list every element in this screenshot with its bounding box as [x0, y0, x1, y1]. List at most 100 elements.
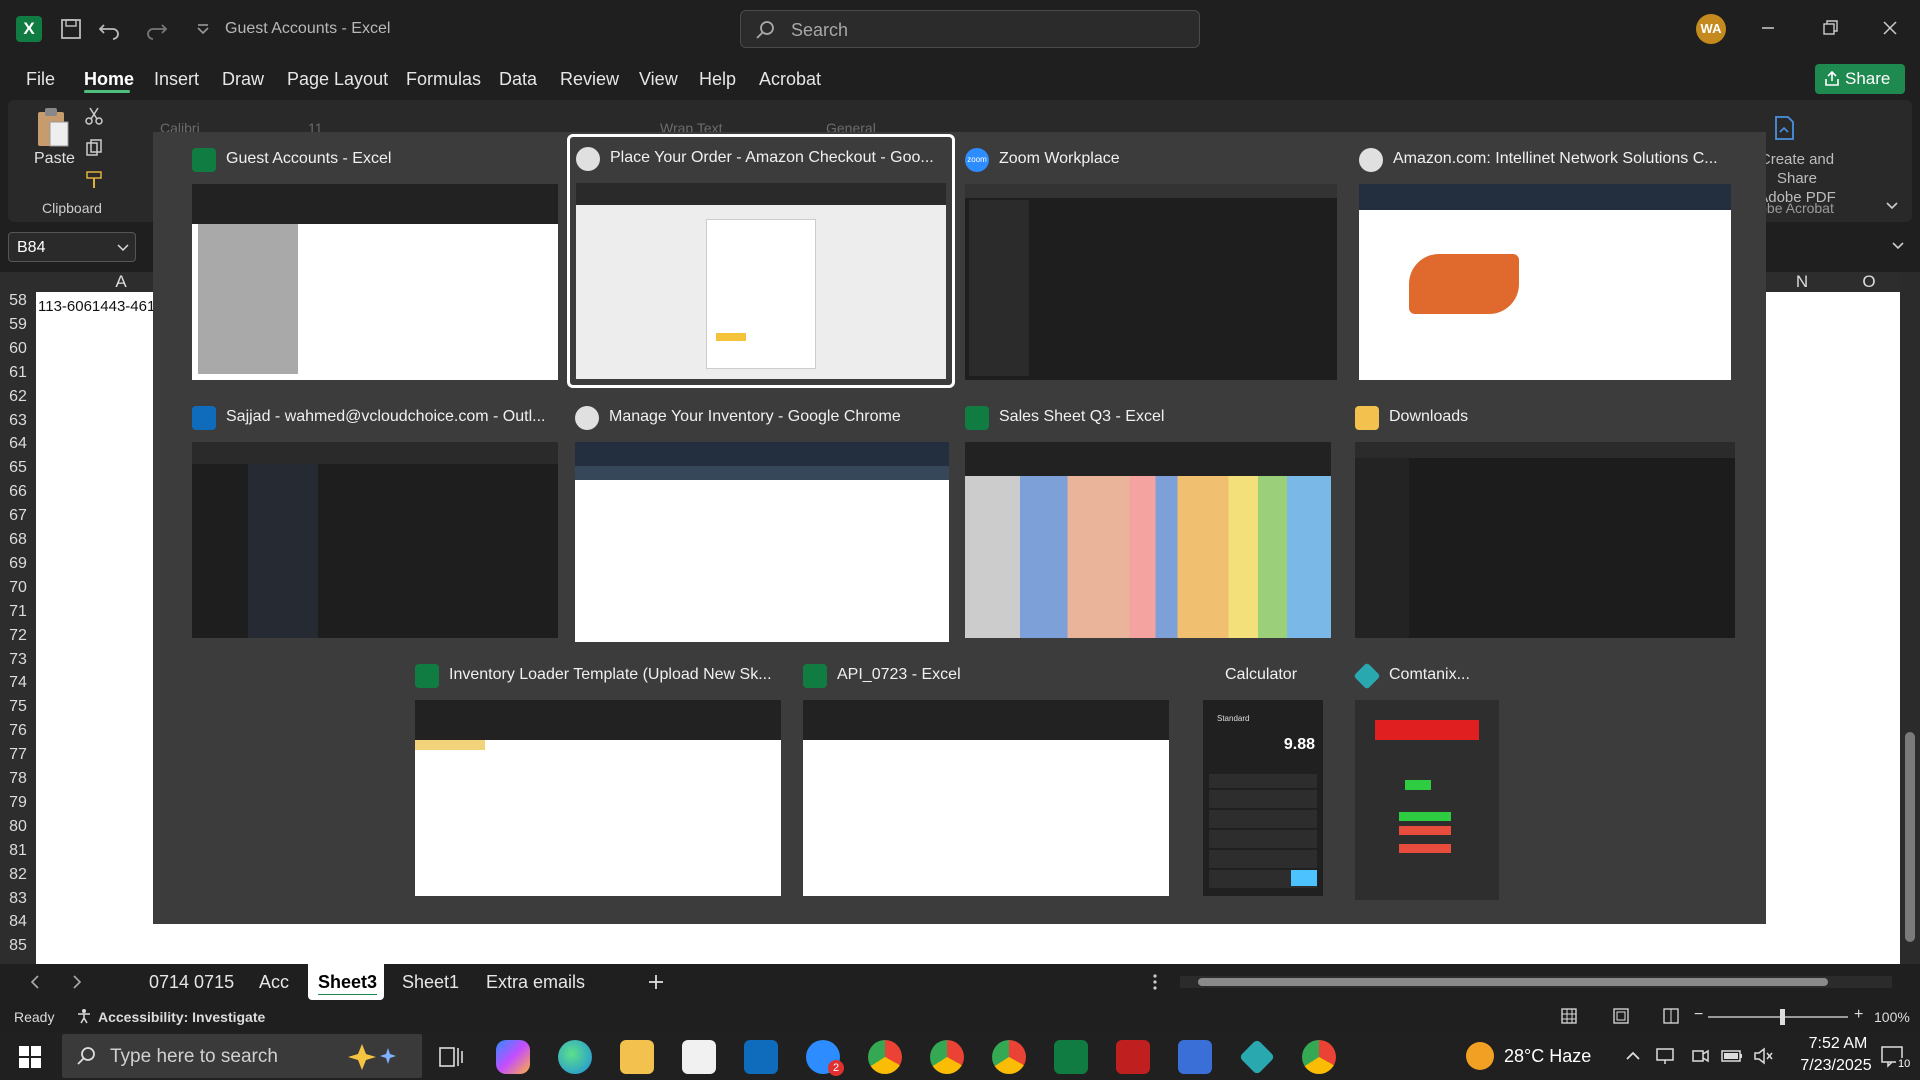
row-header[interactable]: 61 [0, 364, 36, 382]
zoom-level[interactable]: 100% [1874, 1009, 1910, 1025]
filezilla-icon[interactable] [1116, 1040, 1150, 1074]
accessibility-status[interactable]: Accessibility: Investigate [98, 1009, 265, 1025]
page-layout-view-icon[interactable] [1612, 1007, 1630, 1025]
chrome-taskbar-icon-4[interactable] [1302, 1040, 1336, 1074]
row-header[interactable]: 67 [0, 507, 36, 525]
minimize-icon[interactable] [1758, 18, 1778, 38]
zoom-out-icon[interactable]: − [1694, 1006, 1703, 1024]
tab-page-layout[interactable]: Page Layout [287, 69, 388, 90]
weather-icon[interactable] [1466, 1042, 1494, 1070]
window-card-amazon-intellinet[interactable]: Amazon.com: Intellinet Network Solutions… [1355, 140, 1735, 390]
taskbar-search-input[interactable]: Type here to search [62, 1034, 422, 1078]
tab-data[interactable]: Data [499, 69, 537, 90]
scroll-thumb[interactable] [1905, 732, 1915, 942]
zoom-slider[interactable] [1708, 1009, 1848, 1025]
row-header[interactable]: 80 [0, 818, 36, 836]
close-icon[interactable] [1880, 18, 1900, 38]
undo-icon[interactable] [96, 16, 122, 42]
battery-icon[interactable] [1720, 1046, 1744, 1066]
normal-view-icon[interactable] [1560, 1007, 1578, 1025]
tab-draw[interactable]: Draw [222, 69, 264, 90]
row-header[interactable]: 75 [0, 698, 36, 716]
tab-acrobat[interactable]: Acrobat [759, 69, 821, 90]
window-card-guest-accounts[interactable]: Guest Accounts - Excel [188, 140, 568, 390]
row-header[interactable]: 78 [0, 770, 36, 788]
row-header[interactable]: 82 [0, 866, 36, 884]
row-header[interactable]: 66 [0, 483, 36, 501]
tab-view[interactable]: View [639, 69, 678, 90]
window-card-inventory-loader[interactable]: Inventory Loader Template (Upload New Sk… [411, 656, 791, 906]
avatar[interactable]: WA [1696, 14, 1726, 44]
window-card-sales-sheet[interactable]: Sales Sheet Q3 - Excel [961, 398, 1341, 648]
window-card-comtanix[interactable]: Comtanix... [1351, 656, 1501, 906]
search-input[interactable]: Search [740, 10, 1200, 48]
create-pdf-icon[interactable] [1770, 114, 1798, 142]
weather-text[interactable]: 28°C Haze [1504, 1046, 1591, 1067]
sheet-tab-sheet1[interactable]: Sheet1 [402, 972, 459, 993]
horizontal-scrollbar[interactable] [1180, 976, 1892, 988]
tab-home[interactable]: Home [84, 69, 134, 90]
zoom-taskbar-icon[interactable]: 2 [806, 1040, 844, 1076]
row-header[interactable]: 64 [0, 435, 36, 453]
row-header[interactable]: 73 [0, 651, 36, 669]
window-card-amazon-checkout[interactable]: Place Your Order - Amazon Checkout - Goo… [567, 134, 955, 388]
column-header-n[interactable]: N [1766, 272, 1838, 292]
clock-time[interactable]: 7:52 AM [1790, 1035, 1886, 1053]
sheet-tab-acc[interactable]: Acc [259, 972, 289, 993]
tab-help[interactable]: Help [699, 69, 736, 90]
tab-file[interactable]: File [26, 69, 55, 90]
add-sheet-icon[interactable] [646, 972, 666, 992]
row-header[interactable]: 79 [0, 794, 36, 812]
row-header[interactable]: 59 [0, 316, 36, 334]
copilot-icon[interactable] [496, 1040, 530, 1074]
sheet-tab-extra-emails[interactable]: Extra emails [486, 972, 585, 993]
tab-review[interactable]: Review [560, 69, 619, 90]
customize-qat-icon[interactable] [190, 16, 216, 42]
chrome-taskbar-icon-3[interactable] [992, 1040, 1026, 1074]
window-card-manage-inventory[interactable]: Manage Your Inventory - Google Chrome [567, 398, 949, 648]
sheet-tab-sheet3[interactable]: Sheet3 [318, 972, 377, 993]
tab-formulas[interactable]: Formulas [406, 69, 481, 90]
chevron-right-icon[interactable] [70, 974, 84, 990]
row-header[interactable]: 77 [0, 746, 36, 764]
row-header[interactable]: 68 [0, 531, 36, 549]
row-header[interactable]: 81 [0, 842, 36, 860]
ribbon-collapse-icon[interactable] [1884, 198, 1900, 214]
row-header[interactable]: 84 [0, 913, 36, 931]
cut-icon[interactable] [84, 106, 104, 126]
calculator-taskbar-icon[interactable] [1178, 1040, 1212, 1074]
chrome-taskbar-icon-2[interactable] [930, 1040, 964, 1074]
copy-icon[interactable] [84, 138, 104, 158]
row-header[interactable]: 58 [0, 292, 36, 310]
save-icon[interactable] [58, 16, 84, 42]
tab-insert[interactable]: Insert [154, 69, 199, 90]
volume-muted-icon[interactable] [1752, 1046, 1774, 1066]
row-header[interactable]: 71 [0, 603, 36, 621]
clock-date[interactable]: 7/23/2025 [1784, 1057, 1888, 1075]
row-header[interactable]: 62 [0, 388, 36, 406]
hscroll-thumb[interactable] [1198, 978, 1828, 986]
row-header[interactable]: 85 [0, 937, 36, 955]
meet-now-icon[interactable] [1690, 1046, 1710, 1066]
window-card-calculator[interactable]: Calculator Standard 9.88 [1199, 656, 1329, 906]
paste-icon[interactable] [32, 106, 72, 150]
store-icon[interactable] [682, 1040, 716, 1074]
zoom-slider-thumb[interactable] [1780, 1009, 1785, 1025]
file-explorer-icon[interactable] [620, 1040, 654, 1074]
network-icon[interactable] [1654, 1046, 1676, 1066]
row-header[interactable]: 83 [0, 890, 36, 908]
more-options-icon[interactable] [1148, 972, 1162, 992]
row-header[interactable]: 74 [0, 674, 36, 692]
format-painter-icon[interactable] [84, 170, 104, 190]
row-header[interactable]: 72 [0, 627, 36, 645]
window-card-api-0723[interactable]: API_0723 - Excel [799, 656, 1179, 906]
row-header[interactable]: 76 [0, 722, 36, 740]
formula-bar-expand-icon[interactable] [1890, 238, 1906, 254]
window-card-outlook[interactable]: Sajjad - wahmed@vcloudchoice.com - Outl.… [188, 398, 568, 648]
row-header[interactable]: 69 [0, 555, 36, 573]
outlook-taskbar-icon[interactable] [744, 1040, 778, 1074]
page-break-view-icon[interactable] [1662, 1007, 1680, 1025]
windows-start-icon[interactable] [18, 1045, 42, 1069]
vertical-scrollbar[interactable] [1900, 272, 1920, 964]
name-box[interactable]: B84 [8, 232, 136, 262]
